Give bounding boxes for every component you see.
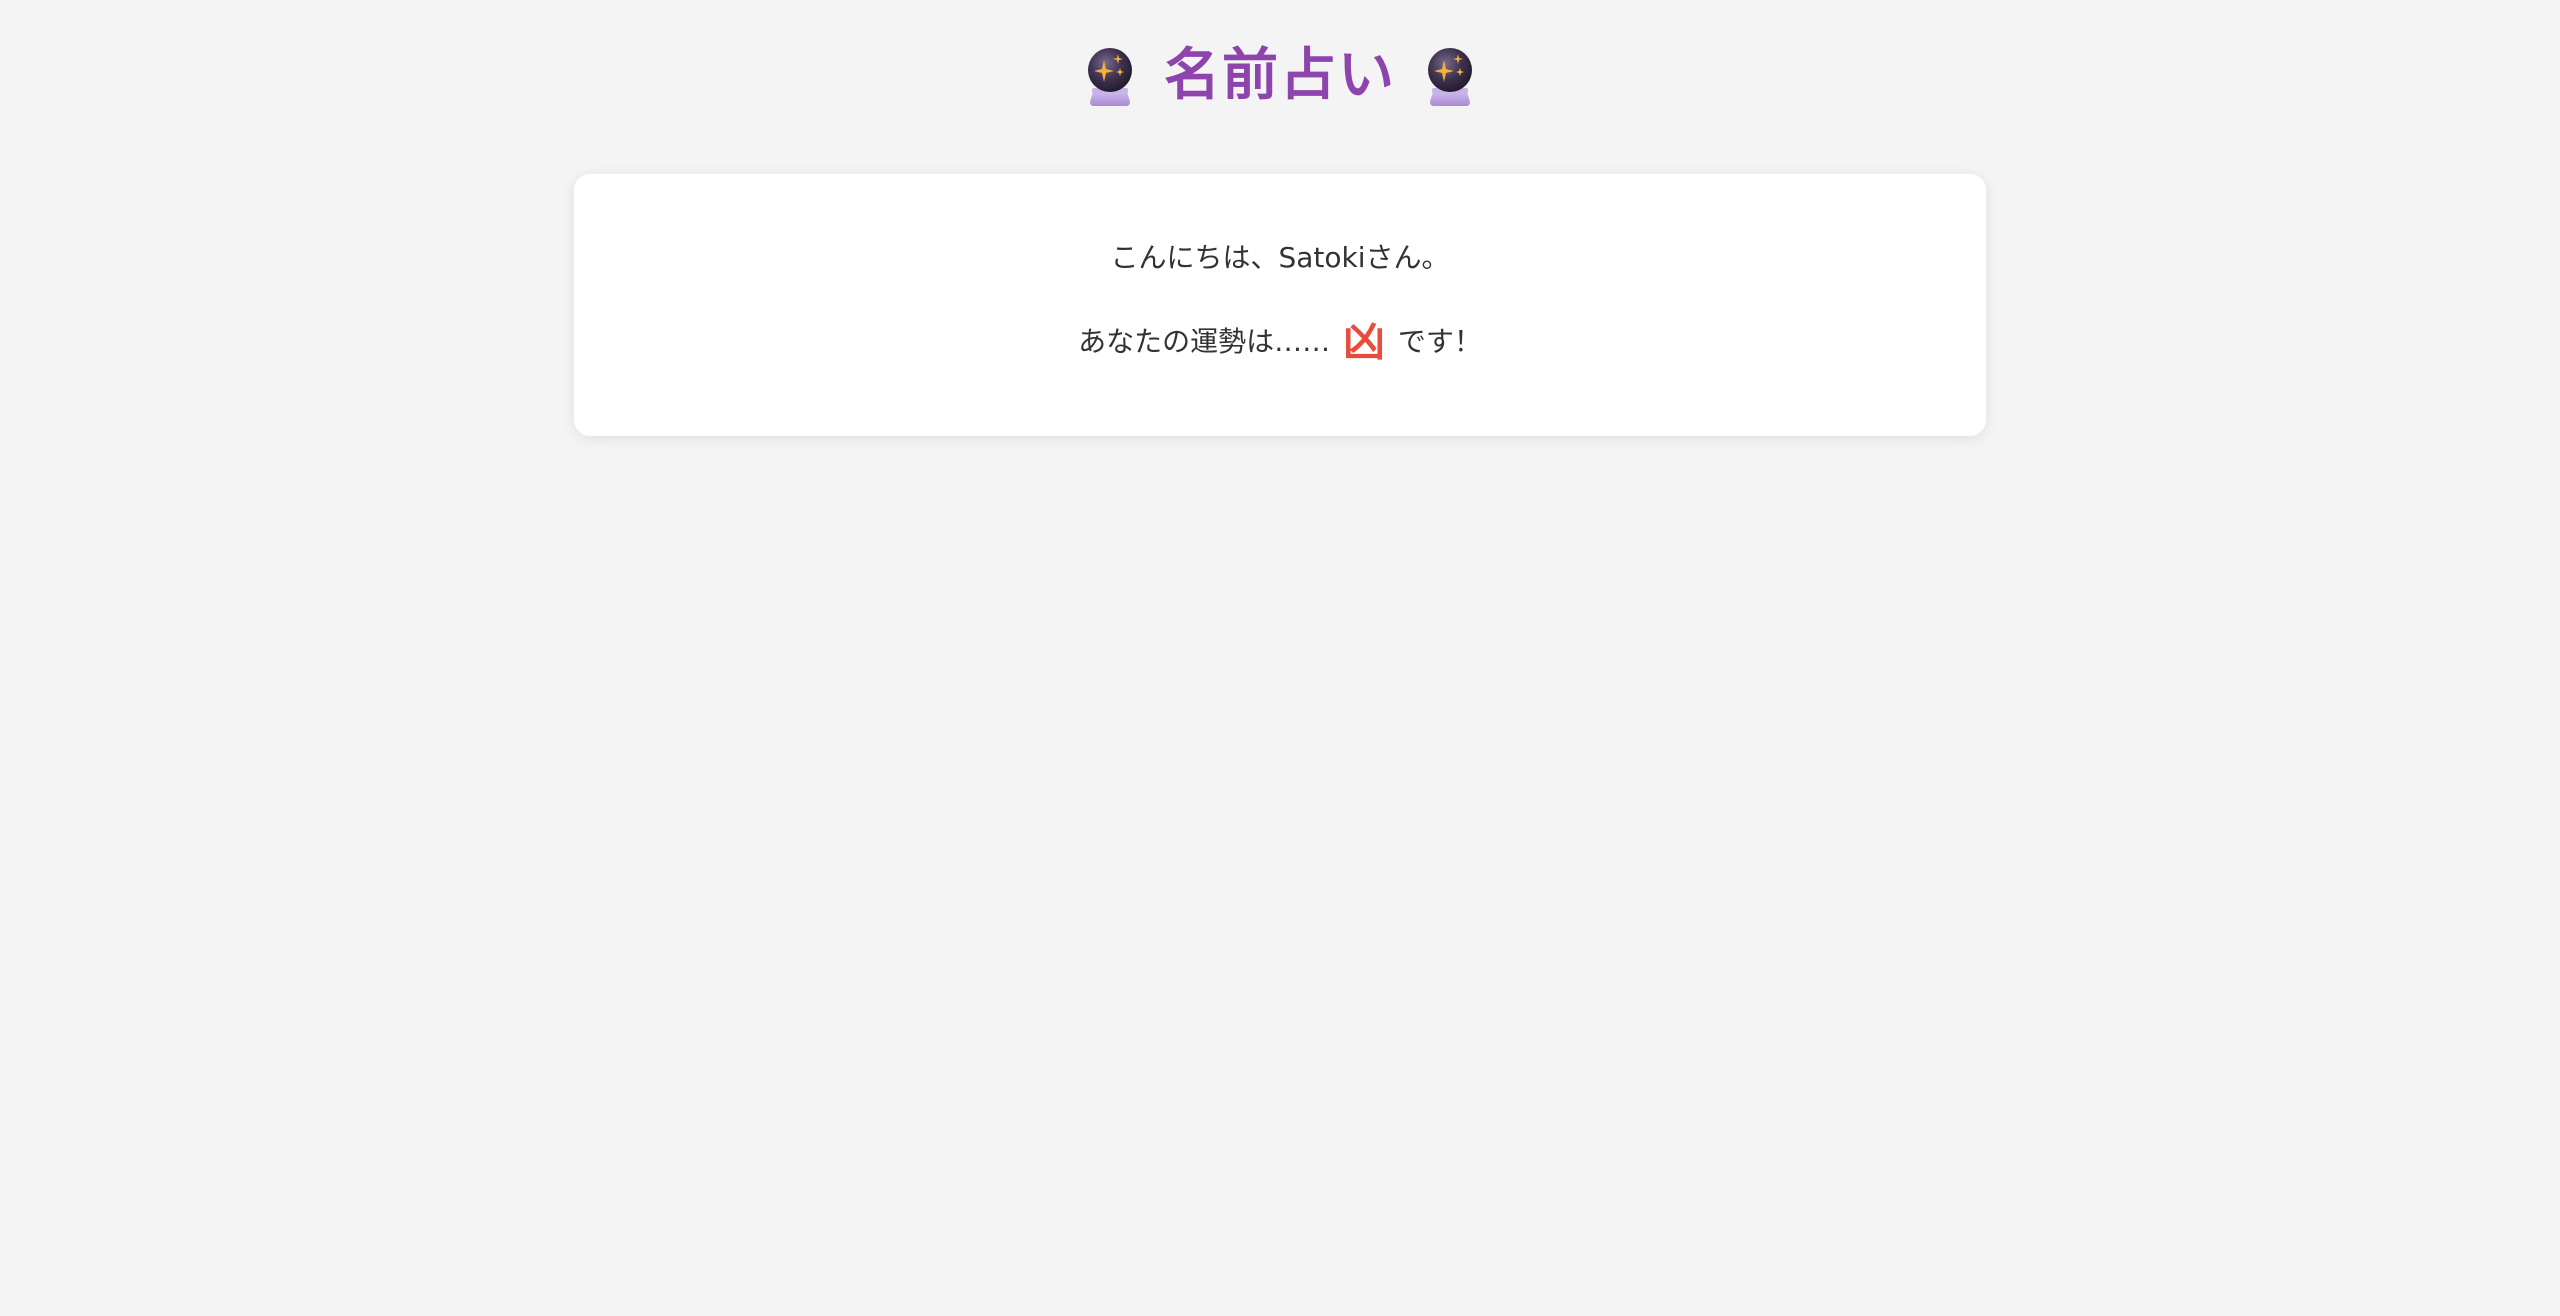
page: 名前占い こんにちは、Satokiさん。 あなたの運勢は…… 凶 です！ (0, 0, 2560, 1316)
fortune-prefix: あなたの運勢は…… (1078, 325, 1331, 358)
fortune-line: あなたの運勢は…… 凶 です！ (574, 314, 1986, 370)
page-title: 名前占い (1164, 43, 1396, 108)
header: 名前占い (0, 36, 2560, 116)
result-card: こんにちは、Satokiさん。 あなたの運勢は…… 凶 です！ (574, 174, 1986, 436)
greeting-text: こんにちは、Satokiさん。 (1110, 241, 1450, 274)
fortune-suffix: です！ (1397, 325, 1482, 358)
crystal-ball-icon (1428, 48, 1472, 106)
crystal-ball-icon (1088, 48, 1132, 106)
fortune-result: 凶 (1342, 317, 1385, 366)
